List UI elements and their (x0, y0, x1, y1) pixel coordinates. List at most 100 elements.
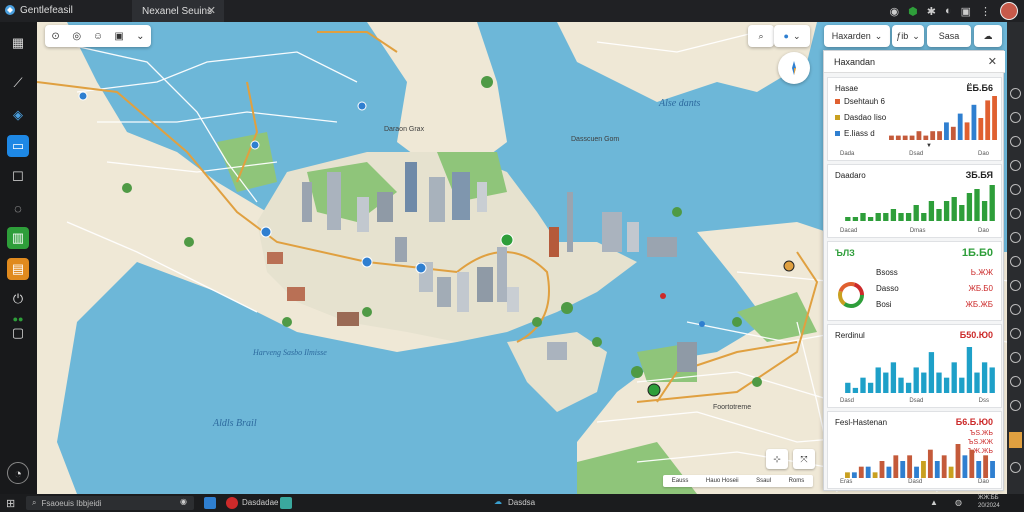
stat-card-1[interactable]: Hasae ЁБ.Б6 Dsehtauh 6 Dasdao Iiso E.Iia… (827, 77, 1002, 161)
map-label-district-east: Foortotreme (713, 404, 752, 411)
dropdown-chevron-icon[interactable]: ⌄ (131, 27, 149, 45)
weather-icon[interactable]: ☁ (494, 497, 502, 506)
stat-card-5[interactable]: Fesl-Hastenan Б6.Б.Ю0 ЪS.ЖЬ ЪS.ЖЖ ЪЖ.ЖЬ … (827, 411, 1002, 489)
tool-icon[interactable] (1010, 88, 1021, 99)
tool-icon[interactable] (1010, 280, 1021, 291)
chart-icon[interactable]: ▥ (7, 227, 29, 249)
grid-icon[interactable]: ▦ (7, 32, 29, 54)
folder-icon[interactable]: ▤ (7, 258, 29, 280)
card-value: 1Б.Б0 (961, 247, 993, 259)
cloud-button[interactable]: ☁ (974, 25, 1002, 47)
more-icon[interactable]: ⋮ (980, 5, 991, 18)
avatar[interactable] (1000, 2, 1018, 20)
search-input[interactable]: ⌕ Fsaoeuis Ibbjeidi (26, 496, 194, 510)
network-icon[interactable]: ◍ (955, 498, 962, 507)
tool-icon[interactable] (1010, 232, 1021, 243)
legend-item: Roms (788, 478, 805, 484)
chart-bar (957, 113, 963, 140)
window-icon[interactable]: ▣ (961, 5, 971, 18)
chart-bar (860, 213, 866, 221)
chart-bar (867, 382, 874, 393)
clock-time[interactable]: ЖЖ:ББ (978, 495, 999, 501)
axis-tick: Dacad (840, 228, 858, 234)
folder-icon[interactable] (1009, 432, 1022, 448)
tool-icon[interactable] (1010, 400, 1021, 411)
legend-item: Hauo Hoseii (705, 478, 739, 484)
chart-bar (974, 372, 980, 393)
legend-swatch (835, 99, 840, 104)
tool-icon[interactable] (1010, 352, 1021, 363)
power-icon[interactable]: ⏻ (7, 288, 29, 310)
settings-icon[interactable]: ◔ (7, 462, 29, 484)
browser-tab[interactable]: Nexanel Seuins ✕ (132, 0, 224, 22)
map-view-icon[interactable]: ▭ (7, 135, 29, 157)
tool-icon[interactable] (1010, 136, 1021, 147)
location-icon: ● (783, 31, 789, 41)
axis-tick: Dada (840, 151, 855, 157)
chart-bar (889, 135, 894, 140)
tool-icon[interactable] (1010, 112, 1021, 123)
start-icon[interactable]: ⊞ (6, 497, 15, 510)
search-button[interactable]: ⌕ (748, 25, 774, 47)
stat-card-4[interactable]: Rerdinul Б50.Ю0 Dasd Dsad Dss (827, 324, 1002, 408)
tool-icon[interactable] (1010, 160, 1021, 171)
window-small-icon[interactable]: ▢ (7, 322, 29, 344)
shield-icon[interactable]: ⬢ (908, 5, 918, 18)
mic-icon[interactable]: ◉ (180, 497, 187, 506)
hazard-select-value: Haxarden (831, 31, 871, 41)
map-toolbar: ⊙ ◎ ☺ ▣ ⌄ (45, 25, 151, 47)
sasa-button[interactable]: Sasa (927, 25, 971, 47)
route-icon[interactable]: ⟋ (7, 72, 29, 94)
count-select[interactable]: ƒib ⌄ (892, 25, 924, 47)
stat-card-2[interactable]: Daadaro ЗБ.БЯ Dacad Dmas Dao (827, 164, 1002, 238)
taskbar-app-icon[interactable] (204, 497, 216, 509)
bubble-icon[interactable]: ◌ (7, 197, 29, 219)
map-label-waterway: Harveng Sasbo Ilmisse (253, 348, 327, 357)
legend-row: Dasdao Iiso (835, 113, 886, 122)
chart-bar (845, 382, 851, 393)
tab-close-icon[interactable]: ✕ (207, 4, 216, 17)
expand-button[interactable]: ⤧ (793, 449, 815, 469)
card-title: Rerdinul (835, 331, 865, 340)
chart-bar (978, 118, 984, 140)
chart-bar (913, 205, 919, 221)
layers-icon[interactable]: ◈ (7, 104, 29, 126)
right-tool-strip (1007, 22, 1024, 494)
locate-button[interactable]: ⊹ (766, 449, 788, 469)
tray-icon[interactable]: ▲ (930, 498, 938, 507)
tool-icon[interactable] (1010, 328, 1021, 339)
tool-icon[interactable] (1010, 376, 1021, 387)
chart-bar (905, 382, 912, 393)
tool-icon[interactable] (1010, 208, 1021, 219)
pin-icon[interactable]: ⊙ (47, 27, 65, 45)
chevron-down-icon: ⌄ (874, 30, 883, 41)
window-icon[interactable]: ☐ (7, 166, 29, 188)
github-icon[interactable]: ◉ (890, 5, 900, 18)
tool-icon[interactable] (1010, 304, 1021, 315)
chart-bar (845, 217, 851, 221)
compass-button[interactable] (778, 52, 810, 84)
stat-label: Dasso (876, 284, 899, 293)
target-icon[interactable]: ◎ (68, 27, 86, 45)
hazard-select[interactable]: Haxarden ⌄ (824, 25, 890, 47)
tool-icon[interactable] (1010, 184, 1021, 195)
clipboard-icon[interactable]: ▣ (110, 27, 128, 45)
chart-bar (845, 472, 850, 478)
stat-card-3[interactable]: ЪЛЗ 1Б.Б0 Bsoss Ь.ЖЖ Dasso ЖБ.Б0 Bosi ЖБ… (827, 241, 1002, 321)
chart-bar (851, 472, 857, 478)
legend-row: E.Iiass d (835, 129, 875, 138)
clock-date[interactable]: 20/2024 (978, 503, 1000, 509)
browser-icon[interactable] (226, 497, 238, 509)
tool-icon[interactable] (1010, 462, 1021, 473)
taskbar-app-label[interactable]: Dasdadae (242, 498, 278, 507)
layers-toggle[interactable]: ● ⌄ (774, 25, 810, 47)
emoji-icon[interactable]: ☺ (89, 27, 107, 45)
puzzle-icon[interactable]: ✱ (927, 5, 936, 18)
chart-bar (955, 444, 961, 478)
close-icon[interactable]: ✕ (988, 55, 997, 68)
share-icon[interactable]: ◐ (945, 5, 952, 17)
taskbar-app-icon[interactable] (280, 497, 292, 509)
chart-bar (989, 185, 995, 221)
tool-icon[interactable] (1010, 256, 1021, 267)
taskbar-app-label-2[interactable]: Dasdsa (508, 498, 535, 507)
